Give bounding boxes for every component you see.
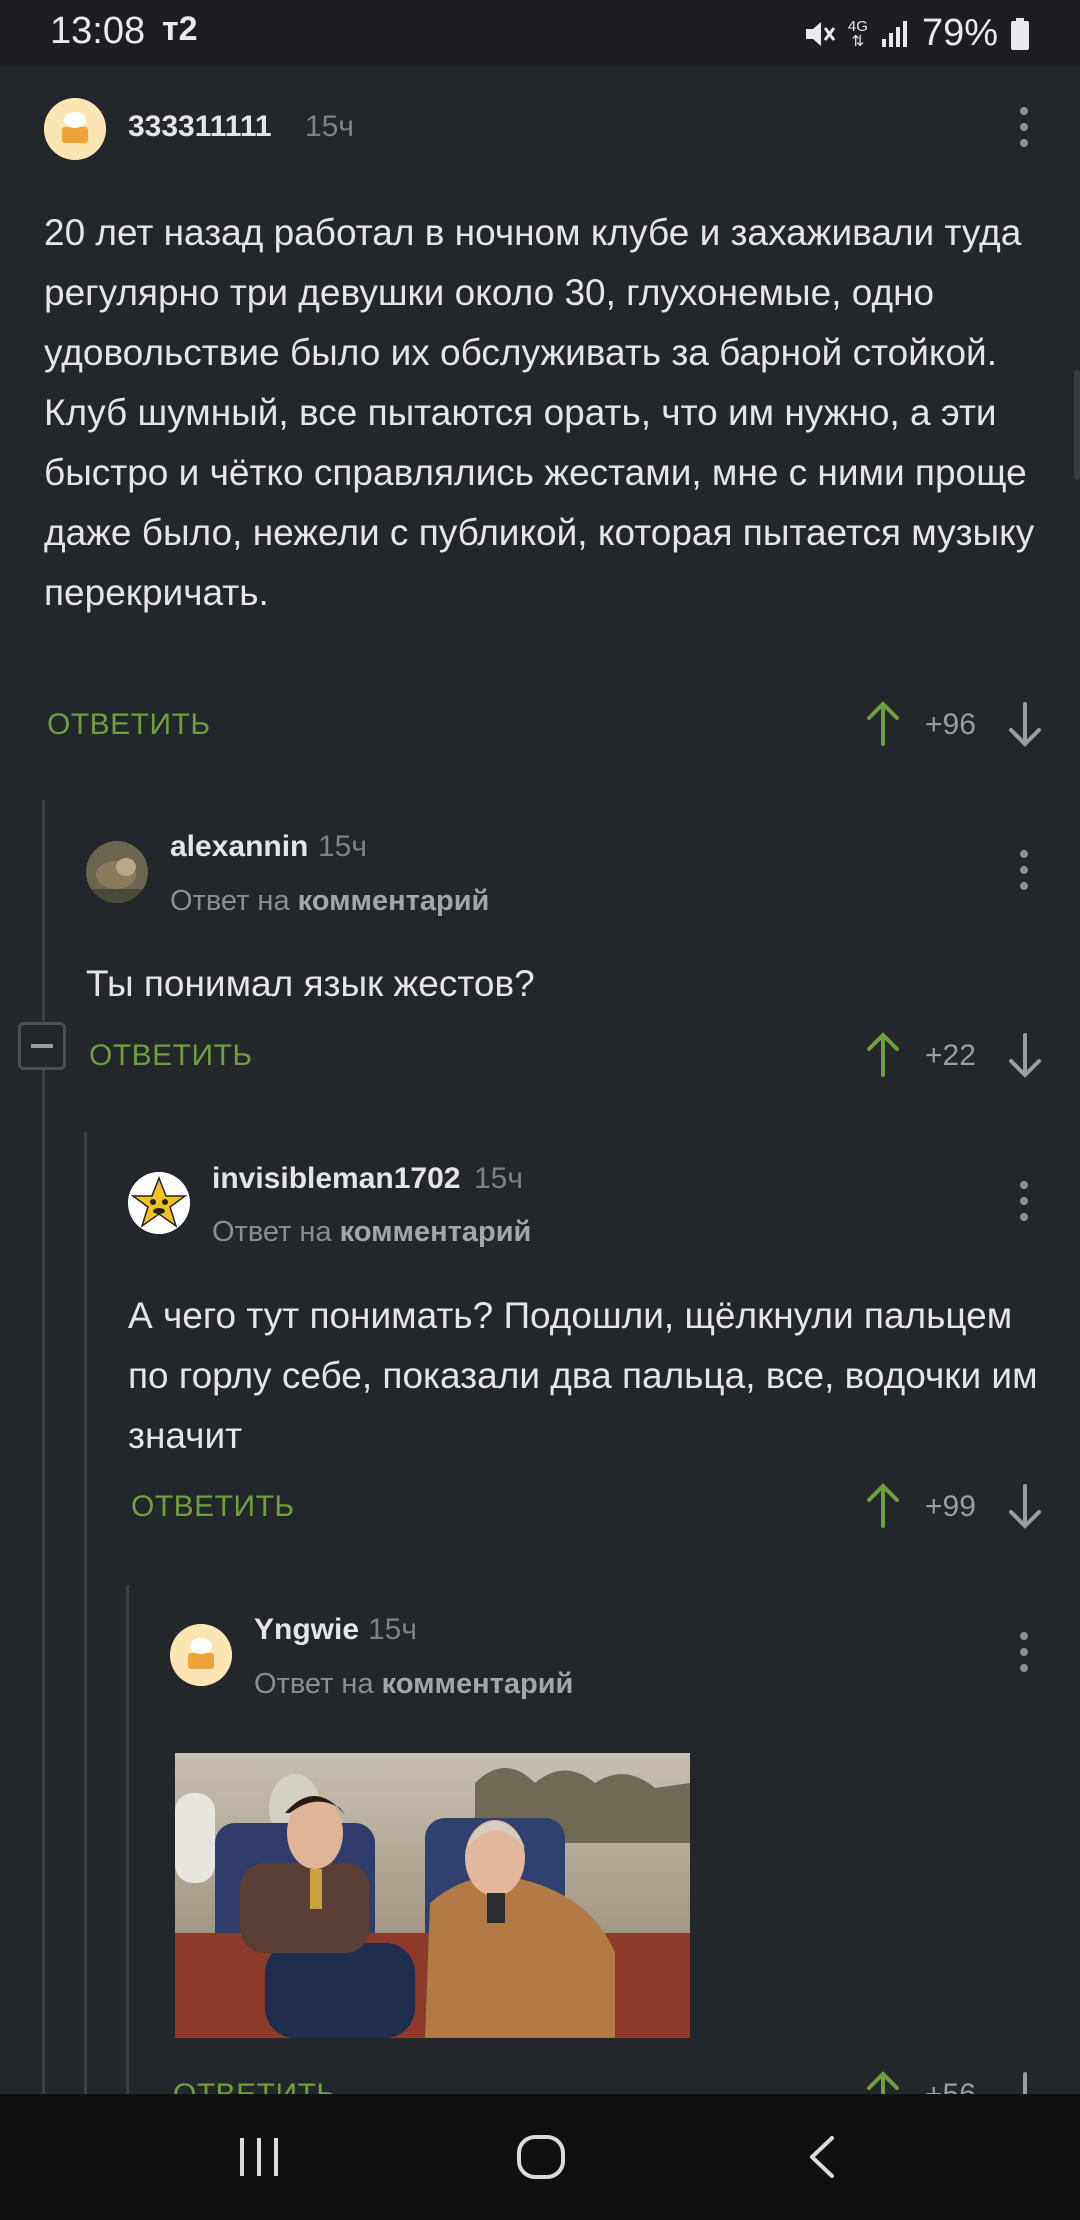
user-avatar-image <box>128 1172 190 1234</box>
comment-time: 15ч <box>474 1162 523 1195</box>
downvote-arrow-icon[interactable] <box>1005 700 1045 748</box>
mute-icon <box>805 21 836 46</box>
recent-apps-icon[interactable] <box>236 2134 282 2180</box>
reply-to-link[interactable]: комментарий <box>382 1668 574 1700</box>
battery-percent: 79% <box>921 12 998 54</box>
username[interactable]: Yngwie <box>254 1613 359 1647</box>
default-avatar-icon <box>170 1624 232 1686</box>
collapse-thread-button[interactable] <box>18 1022 66 1070</box>
more-options-icon[interactable] <box>1004 840 1044 900</box>
username[interactable]: invisibleman1702 <box>212 1162 460 1196</box>
battery-icon <box>1011 17 1029 50</box>
more-options-icon[interactable] <box>1004 97 1044 157</box>
upvote-arrow-icon[interactable] <box>863 1031 903 1079</box>
avatar[interactable] <box>128 1172 190 1234</box>
vote-score: +22 <box>925 1039 976 1072</box>
reply-button[interactable]: ОТВЕТИТЬ <box>131 1490 295 1524</box>
comment-text: Ты понимал язык жестов? <box>86 963 535 1004</box>
home-icon[interactable] <box>516 2134 566 2180</box>
thread-line[interactable] <box>84 1132 87 2094</box>
username[interactable]: 333311111 <box>128 110 272 144</box>
comment-time: 15ч <box>368 1613 417 1646</box>
more-options-icon[interactable] <box>1004 1171 1044 1231</box>
upvote-arrow-icon[interactable] <box>863 1482 903 1530</box>
movie-still-image <box>175 1753 690 2038</box>
comment-text: 20 лет назад работал в ночном клубе и за… <box>44 212 1035 613</box>
reply-to-link[interactable]: комментарий <box>340 1216 532 1248</box>
upvote-arrow-icon[interactable] <box>863 700 903 748</box>
signal-icon <box>881 20 907 47</box>
data-arrows-icon: ⇅ <box>851 32 865 50</box>
back-icon[interactable] <box>802 2134 842 2180</box>
downvote-arrow-icon[interactable] <box>1005 1031 1045 1079</box>
downvote-arrow-icon[interactable] <box>1005 1482 1045 1530</box>
thread-line[interactable] <box>42 800 45 2094</box>
system-navigation-bar <box>0 2094 1080 2220</box>
reply-to-label: Ответ на комментарий <box>254 1668 573 1701</box>
username[interactable]: alexannin <box>170 830 308 864</box>
reply-button[interactable]: ОТВЕТИТЬ <box>47 708 211 742</box>
thread-line[interactable] <box>126 1585 129 2094</box>
default-avatar-icon <box>44 98 106 160</box>
network-type-icon: 4G ⇅ <box>848 19 868 49</box>
reply-to-link[interactable]: комментарий <box>298 885 490 917</box>
status-bar: 13:08 т2 4G ⇅ 79% <box>0 0 1080 66</box>
reply-to-prefix: Ответ на <box>254 1668 374 1700</box>
reply-to-prefix: Ответ на <box>170 885 290 917</box>
vote-score: +96 <box>925 708 976 741</box>
reply-to-prefix: Ответ на <box>212 1216 332 1248</box>
reply-to-label: Ответ на комментарий <box>212 1216 531 1249</box>
reply-to-label: Ответ на комментарий <box>170 885 489 918</box>
status-icons: 4G ⇅ 79% <box>802 12 1030 55</box>
comment-text: А чего тут понимать? Подошли, щёлкнули п… <box>128 1295 1038 1456</box>
more-options-icon[interactable] <box>1004 1622 1044 1682</box>
avatar[interactable] <box>44 98 106 160</box>
avatar[interactable] <box>86 841 148 903</box>
user-avatar-image <box>86 841 148 903</box>
comment-image[interactable] <box>175 1753 690 2038</box>
carrier-label: т2 <box>162 10 198 48</box>
reply-button[interactable]: ОТВЕТИТЬ <box>89 1039 253 1073</box>
comment-time: 15ч <box>305 110 354 143</box>
network-type-label: 4G <box>847 17 868 35</box>
scrollbar[interactable] <box>1074 370 1080 480</box>
status-time: 13:08 <box>50 10 146 52</box>
comment-time: 15ч <box>318 830 367 863</box>
vote-score: +99 <box>925 1490 976 1523</box>
avatar[interactable] <box>170 1624 232 1686</box>
